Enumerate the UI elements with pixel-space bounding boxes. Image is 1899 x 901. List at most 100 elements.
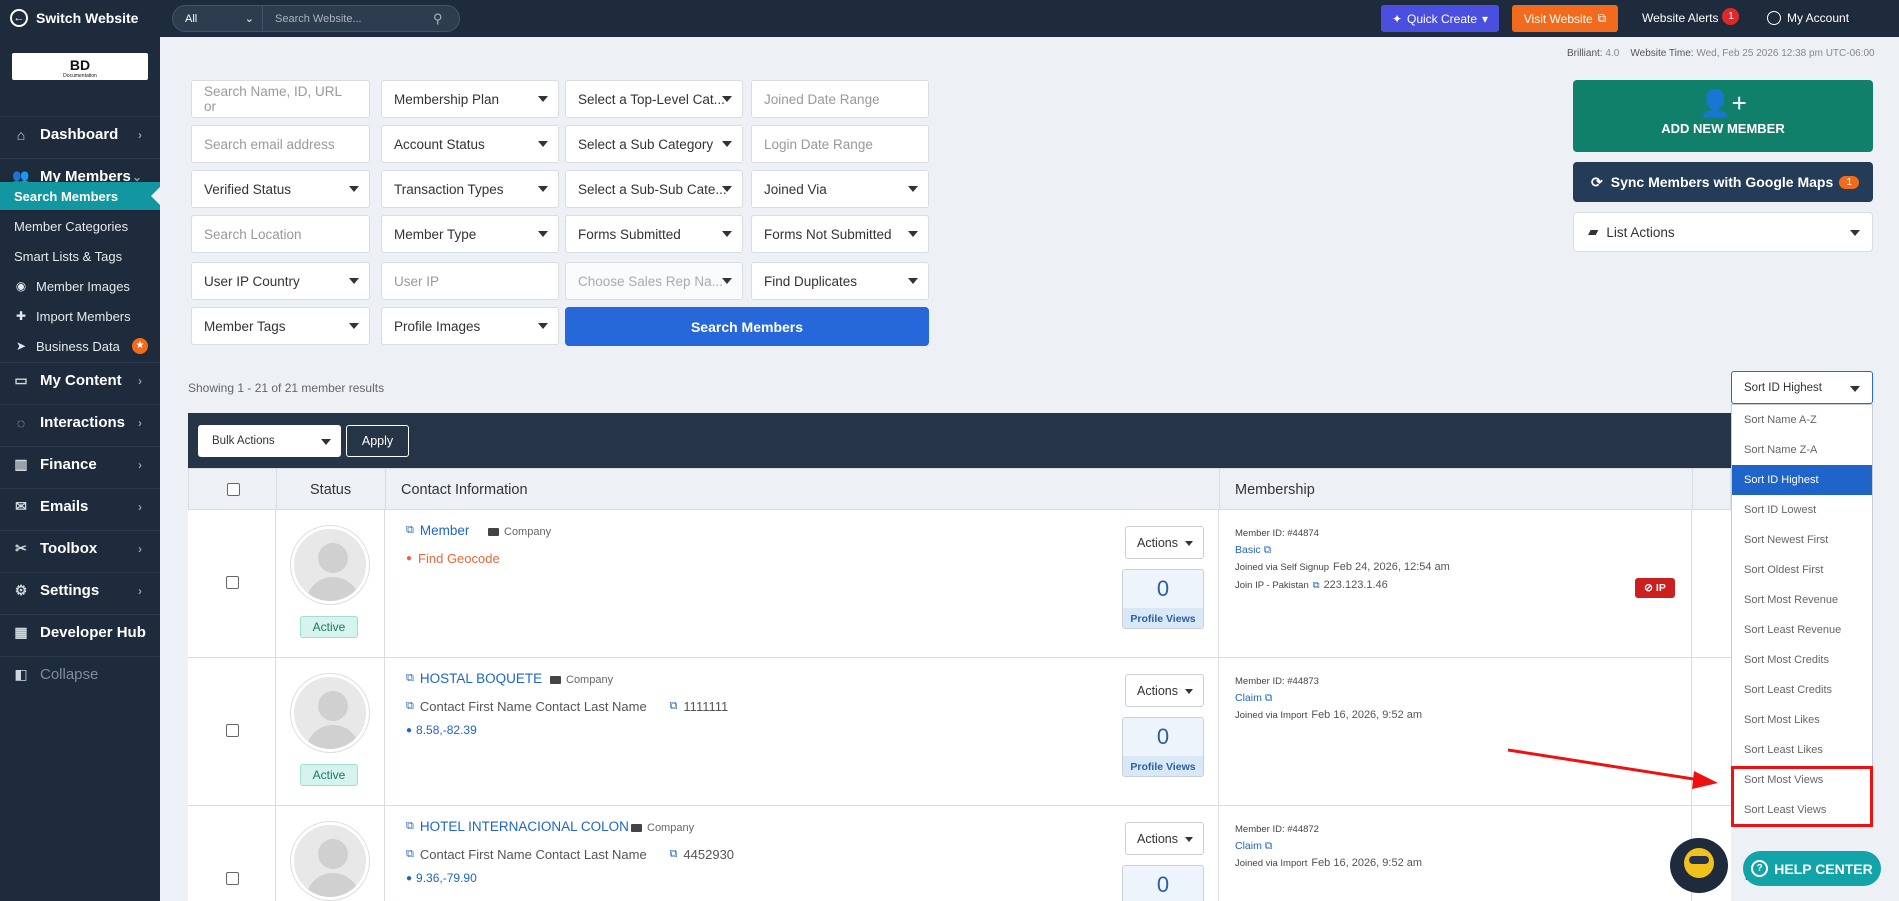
search-email-input[interactable]: Search email address xyxy=(191,125,370,163)
sort-option-least-likes[interactable]: Sort Least Likes xyxy=(1732,735,1872,765)
sidebar-subitem-smart-lists[interactable]: Smart Lists & Tags xyxy=(0,242,160,270)
caret-down-icon xyxy=(349,186,359,192)
row-checkbox[interactable] xyxy=(226,576,239,589)
member-type-select[interactable]: Member Type xyxy=(381,215,559,253)
top-level-category-select[interactable]: Select a Top-Level Cat... xyxy=(565,80,743,118)
member-tags-select[interactable]: Member Tags xyxy=(191,307,370,345)
verified-status-select[interactable]: Verified Status xyxy=(191,170,370,208)
chatbot-avatar[interactable] xyxy=(1670,838,1728,893)
status-badge: Active xyxy=(300,764,358,786)
visit-website-button[interactable]: Visit Website ⧉ xyxy=(1512,5,1618,32)
site-logo[interactable]: BD Documentation xyxy=(12,53,148,80)
find-geocode-link[interactable]: ● Find Geocode xyxy=(406,551,500,566)
avatar[interactable] xyxy=(291,526,369,604)
actions-dropdown[interactable]: Actions xyxy=(1125,822,1204,855)
member-name-link[interactable]: ⧉ Member xyxy=(406,523,469,538)
row-checkbox[interactable] xyxy=(226,872,239,885)
sort-option-least-revenue[interactable]: Sort Least Revenue xyxy=(1732,615,1872,645)
membership-plan-link[interactable]: Claim ⧉ xyxy=(1235,692,1272,705)
status-badge: Active xyxy=(300,616,358,638)
avatar[interactable] xyxy=(291,822,369,900)
avatar[interactable] xyxy=(291,674,369,752)
sidebar-item-finance[interactable]: ▥ Finance › xyxy=(0,446,160,482)
select-all-checkbox[interactable] xyxy=(227,483,240,496)
sidebar-item-emails[interactable]: ✉ Emails › xyxy=(0,488,160,524)
sub-category-select[interactable]: Select a Sub Category xyxy=(565,125,743,163)
sort-option-newest[interactable]: Sort Newest First xyxy=(1732,525,1872,555)
quick-create-button[interactable]: ✦ Quick Create ▾ xyxy=(1381,5,1499,32)
sidebar-item-toolbox[interactable]: ✂ Toolbox › xyxy=(0,530,160,566)
sidebar-subitem-member-categories[interactable]: Member Categories xyxy=(0,212,160,240)
joined-via-select[interactable]: Joined Via xyxy=(751,170,929,208)
list-actions-dropdown[interactable]: ▰ List Actions xyxy=(1573,212,1873,252)
member-name-link[interactable]: ⧉ HOSTAL BOQUETE xyxy=(406,671,542,686)
sidebar-item-settings[interactable]: ⚙ Settings › xyxy=(0,572,160,608)
sort-option-most-credits[interactable]: Sort Most Credits xyxy=(1732,645,1872,675)
sidebar-item-my-content[interactable]: ▭ My Content › xyxy=(0,362,160,398)
search-icon[interactable]: ⚲ xyxy=(433,11,459,27)
user-ip-country-select[interactable]: User IP Country xyxy=(191,262,370,300)
sort-option-id-highest[interactable]: Sort ID Highest xyxy=(1732,465,1872,495)
help-center-button[interactable]: ? HELP CENTER xyxy=(1743,851,1881,886)
add-new-member-button[interactable]: 👤+ ADD NEW MEMBER xyxy=(1573,80,1873,152)
sort-option-id-lowest[interactable]: Sort ID Lowest xyxy=(1732,495,1872,525)
sort-option-most-revenue[interactable]: Sort Most Revenue xyxy=(1732,585,1872,615)
collapse-icon: ◧ xyxy=(14,666,28,682)
membership-plan-link[interactable]: Claim ⧉ xyxy=(1235,840,1272,853)
sidebar-item-developer-hub[interactable]: ▦ Developer Hub xyxy=(0,614,160,650)
sort-option-most-likes[interactable]: Sort Most Likes xyxy=(1732,705,1872,735)
website-alerts-button[interactable]: Website Alerts 1 xyxy=(1642,8,1740,28)
sidebar-item-interactions[interactable]: ◌ Interactions › xyxy=(0,404,160,440)
actions-dropdown[interactable]: Actions xyxy=(1125,526,1204,559)
member-name-link[interactable]: ⧉ HOTEL INTERNACIONAL COLON xyxy=(406,819,629,834)
caret-down-icon xyxy=(538,186,548,192)
profile-images-select[interactable]: Profile Images xyxy=(381,307,559,345)
search-location-input[interactable]: Search Location xyxy=(191,215,370,253)
transaction-types-select[interactable]: Transaction Types xyxy=(381,170,559,208)
sidebar-subitem-business-data[interactable]: ➤ Business Data ★ xyxy=(0,332,160,360)
actions-dropdown[interactable]: Actions xyxy=(1125,674,1204,707)
membership-plan-link[interactable]: Basic ⧉ xyxy=(1235,544,1271,557)
sort-options-list: Sort Name A-Z Sort Name Z-A Sort ID High… xyxy=(1731,404,1873,826)
search-name-input[interactable]: Search Name, ID, URL or xyxy=(191,80,370,118)
sidebar-subitem-import-members[interactable]: ✚ Import Members xyxy=(0,302,160,330)
sidebar-collapse-button[interactable]: ◧ Collapse xyxy=(0,656,160,692)
sidebar-item-dashboard[interactable]: ⌂ Dashboard › xyxy=(0,116,160,152)
profile-views-box: 0 Profile Views xyxy=(1122,569,1204,629)
search-scope-select[interactable]: All ⌄ xyxy=(173,6,263,31)
my-account-button[interactable]: My Account xyxy=(1767,11,1849,25)
forms-not-submitted-select[interactable]: Forms Not Submitted xyxy=(751,215,929,253)
user-ip-input[interactable]: User IP xyxy=(381,262,559,300)
user-plus-icon: 👤+ xyxy=(1699,88,1747,118)
bulk-actions-select[interactable]: Bulk Actions xyxy=(198,425,341,457)
chevron-right-icon: › xyxy=(138,373,142,388)
login-date-range-input[interactable]: Login Date Range xyxy=(751,125,929,163)
top-bar: ← Switch Website All ⌄ Search Website... … xyxy=(0,0,1899,37)
membership-plan-select[interactable]: Membership Plan xyxy=(381,80,559,118)
coordinates-link[interactable]: ● 8.58,-82.39 xyxy=(406,723,477,737)
search-members-button[interactable]: Search Members xyxy=(565,307,929,346)
find-duplicates-select[interactable]: Find Duplicates xyxy=(751,262,929,300)
website-search-input[interactable]: Search Website... xyxy=(263,13,433,25)
sidebar-subitem-member-images[interactable]: ◉ Member Images xyxy=(0,272,160,300)
sort-option-name-az[interactable]: Sort Name A-Z xyxy=(1732,405,1872,435)
account-status-select[interactable]: Account Status xyxy=(381,125,559,163)
coordinates-link[interactable]: ● 9.36,-79.90 xyxy=(406,871,477,885)
sidebar-subitem-search-members[interactable]: Search Members xyxy=(0,182,161,210)
sort-option-name-za[interactable]: Sort Name Z-A xyxy=(1732,435,1872,465)
apply-button[interactable]: Apply xyxy=(346,425,409,457)
sub-sub-category-select[interactable]: Select a Sub-Sub Cate... xyxy=(565,170,743,208)
sync-google-maps-button[interactable]: ⟳ Sync Members with Google Maps 1 xyxy=(1573,162,1873,202)
sort-option-least-credits[interactable]: Sort Least Credits xyxy=(1732,675,1872,705)
sort-option-oldest[interactable]: Sort Oldest First xyxy=(1732,555,1872,585)
row-checkbox[interactable] xyxy=(226,724,239,737)
ban-icon: ⊘ xyxy=(1644,582,1653,594)
sales-rep-select[interactable]: Choose Sales Rep Na... xyxy=(565,262,743,300)
ip-ban-badge[interactable]: ⊘ IP xyxy=(1635,578,1675,598)
sort-select[interactable]: Sort ID Highest xyxy=(1731,371,1873,404)
switch-website-button[interactable]: ← Switch Website xyxy=(10,9,138,27)
joined-date-range-input[interactable]: Joined Date Range xyxy=(751,80,929,118)
forms-submitted-select[interactable]: Forms Submitted xyxy=(565,215,743,253)
external-link-icon: ⧉ xyxy=(1263,544,1272,556)
envelope-icon: ✉ xyxy=(15,498,27,514)
